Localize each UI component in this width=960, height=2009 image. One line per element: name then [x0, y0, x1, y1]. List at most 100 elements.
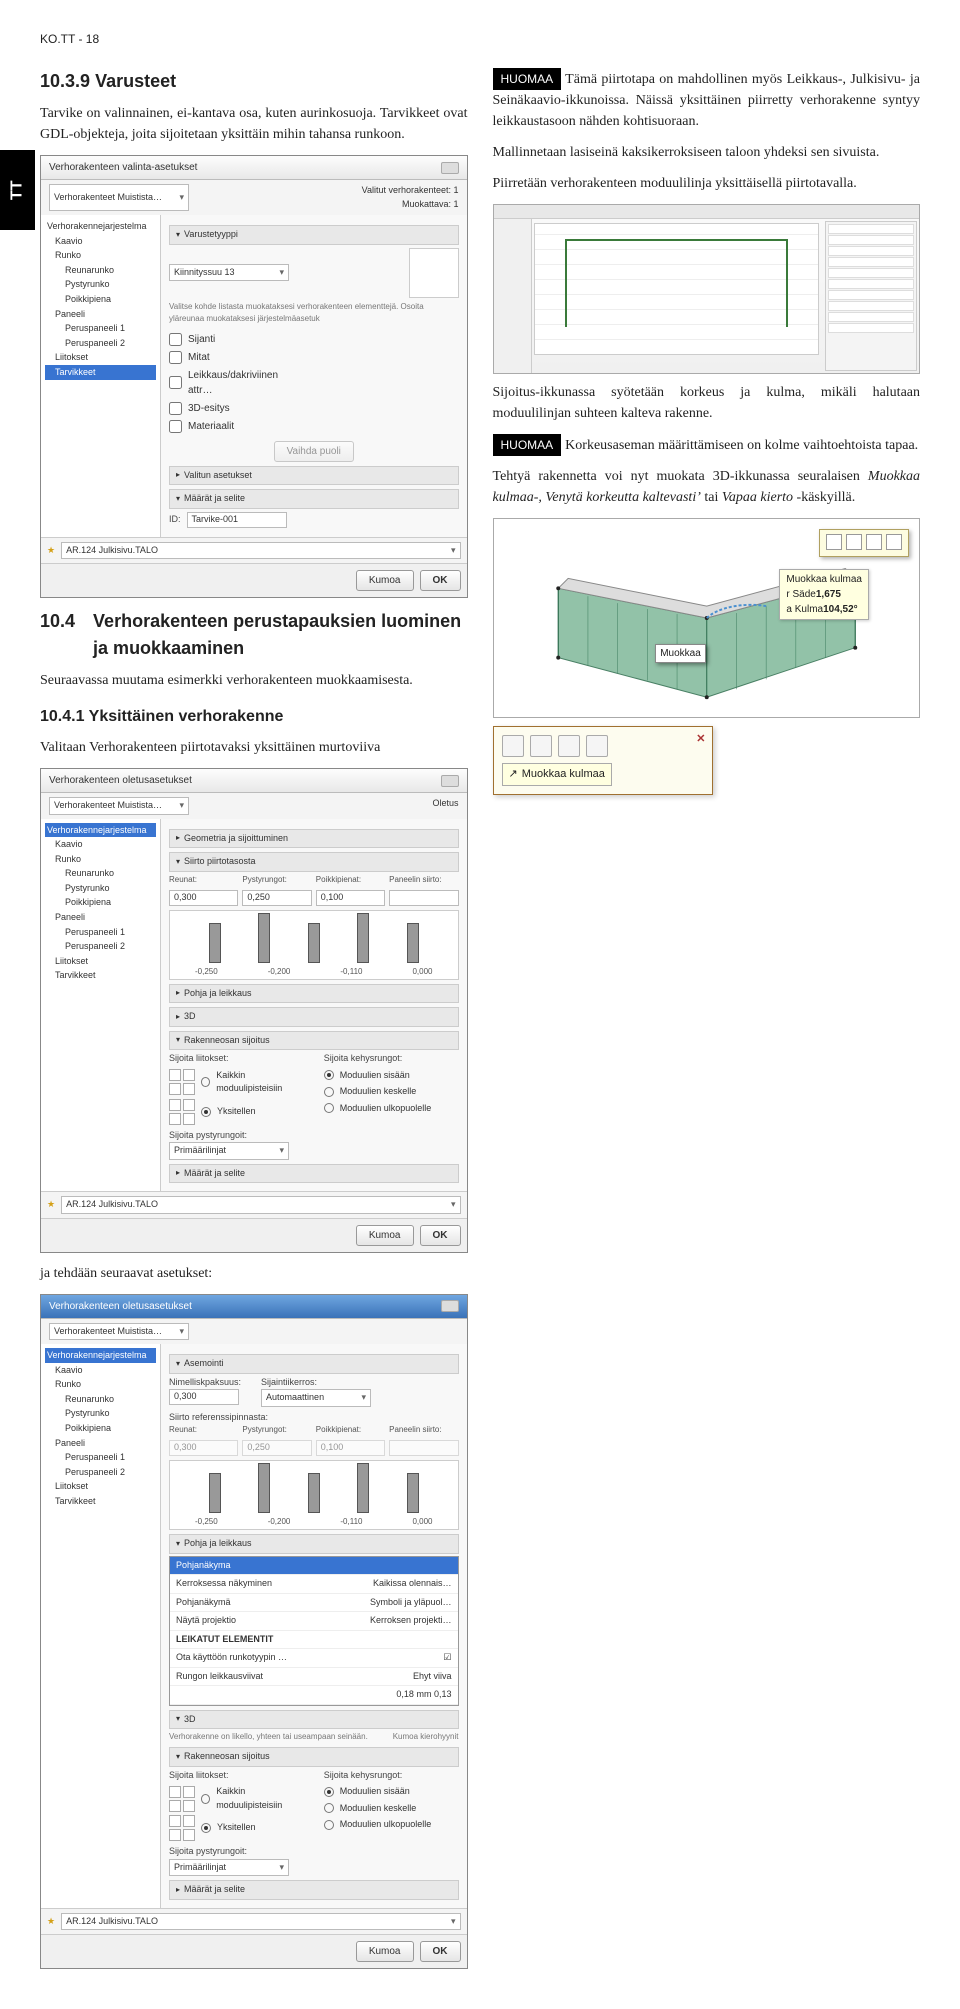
tree-panel[interactable]: Verhorakennejarjestelma Kaavio Runko Reu… — [41, 1344, 161, 1908]
radio[interactable] — [324, 1087, 334, 1097]
menu-panel[interactable]: Pohjanäkyma Kerroksessa näkyminenKaikiss… — [169, 1556, 459, 1706]
tree-node-selected[interactable]: Tarvikkeet — [45, 365, 156, 380]
section-rakenneosan[interactable]: Rakenneosan sijoitus — [169, 1747, 459, 1767]
radio[interactable] — [324, 1803, 334, 1813]
section-maarat[interactable]: Määrät ja selite — [169, 1164, 459, 1184]
window-buttons[interactable] — [441, 775, 459, 787]
tree-node[interactable]: Paneeli — [45, 910, 156, 925]
menu-item[interactable]: PohjanäkymäSymboli ja yläpuol… — [170, 1594, 458, 1613]
tree-node[interactable]: Peruspaneeli 2 — [45, 1465, 156, 1480]
kumoa-button[interactable]: Kumoa — [356, 570, 414, 591]
section-3d[interactable]: 3D — [169, 1007, 459, 1027]
section-geom[interactable]: Geometria ja sijoittuminen — [169, 829, 459, 849]
section-pohja[interactable]: Pohja ja leikkaus — [169, 1534, 459, 1554]
tree-node[interactable]: Reunarunko — [45, 866, 156, 881]
tool-icon[interactable] — [866, 534, 882, 550]
tree-node[interactable]: Liitokset — [45, 1479, 156, 1494]
tree-node[interactable]: Reunarunko — [45, 1392, 156, 1407]
window-buttons[interactable] — [441, 1300, 459, 1312]
tree-node[interactable]: Kaavio — [45, 837, 156, 852]
opt-checkbox[interactable] — [169, 402, 182, 415]
icon-grid[interactable] — [169, 1099, 195, 1125]
tool-icon[interactable] — [826, 534, 842, 550]
tree-node[interactable]: Reunarunko — [45, 263, 156, 278]
select[interactable]: Primäärilinjat — [169, 1859, 289, 1877]
menu-item[interactable]: Näytä projektioKerroksen projekti… — [170, 1612, 458, 1631]
tree-node[interactable]: Verhorakennejarjestelma — [45, 219, 156, 234]
radio[interactable] — [201, 1077, 210, 1087]
tree-node[interactable]: Peruspaneeli 1 — [45, 925, 156, 940]
opt-checkbox[interactable] — [169, 376, 182, 389]
tree-node[interactable]: Kaavio — [45, 1363, 156, 1378]
opt-checkbox[interactable] — [169, 333, 182, 346]
select[interactable]: Automaattinen — [261, 1389, 371, 1407]
tree-node-selected[interactable]: Verhorakennejarjestelma — [45, 823, 156, 838]
ok-button[interactable]: OK — [420, 1941, 461, 1962]
icon-grid[interactable] — [169, 1815, 195, 1841]
tool-icon[interactable] — [846, 534, 862, 550]
muistista-dropdown[interactable]: Verhorakenteet Muistista… — [49, 1323, 189, 1341]
toolbar[interactable] — [494, 205, 920, 219]
tree-panel[interactable]: Verhorakennejarjestelma Kaavio Runko Reu… — [41, 819, 161, 1192]
kumoa-button[interactable]: Kumoa — [356, 1941, 414, 1962]
window-buttons[interactable] — [441, 162, 459, 174]
tool-icon[interactable] — [530, 735, 552, 757]
section-varustetyyppi[interactable]: Varustetyyppi — [169, 225, 459, 245]
tree-node[interactable]: Kaavio — [45, 234, 156, 249]
radio[interactable] — [201, 1823, 211, 1833]
pet-palette[interactable] — [819, 529, 909, 557]
favorites-select[interactable]: AR.124 Julkisivu.TALO — [61, 542, 460, 560]
input[interactable]: 0,300 — [169, 1389, 239, 1405]
tree-node[interactable]: Peruspaneeli 2 — [45, 336, 156, 351]
section-valitun[interactable]: Valitun asetukset — [169, 466, 459, 486]
menu-item[interactable]: Kerroksessa näkyminenKaikissa olennais… — [170, 1575, 458, 1594]
muistista-dropdown[interactable]: Verhorakenteet Muistista… — [49, 184, 189, 211]
close-icon[interactable]: ✕ — [696, 731, 705, 748]
star-icon[interactable]: ★ — [47, 1198, 55, 1212]
radio[interactable] — [324, 1103, 334, 1113]
tree-node[interactable]: Runko — [45, 248, 156, 263]
side-palettes[interactable] — [825, 221, 917, 371]
section-asemointi[interactable]: Asemointi — [169, 1354, 459, 1374]
menu-item[interactable]: Rungon leikkausviivatEhyt viiva — [170, 1668, 458, 1687]
section-rakenneosan[interactable]: Rakenneosan sijoitus — [169, 1031, 459, 1051]
star-icon[interactable]: ★ — [47, 544, 55, 558]
tree-node[interactable]: Poikkipiena — [45, 895, 156, 910]
section-maarat[interactable]: Määrät ja selite — [169, 1880, 459, 1900]
section-pohja[interactable]: Pohja ja leikkaus — [169, 984, 459, 1004]
val-input[interactable]: 0,100 — [316, 890, 385, 906]
tree-node[interactable]: Tarvikkeet — [45, 968, 156, 983]
tool-icon[interactable] — [586, 735, 608, 757]
tree-node[interactable]: Peruspaneeli 1 — [45, 321, 156, 336]
tree-node[interactable]: Paneeli — [45, 1436, 156, 1451]
radio[interactable] — [201, 1794, 210, 1804]
opt-checkbox[interactable] — [169, 420, 182, 433]
muistista-dropdown[interactable]: Verhorakenteet Muistista… — [49, 797, 189, 815]
section-siirto[interactable]: Siirto piirtotasosta — [169, 852, 459, 872]
kumoa-button[interactable]: Kumoa — [356, 1225, 414, 1246]
tree-node[interactable]: Tarvikkeet — [45, 1494, 156, 1509]
val-input[interactable]: 0,250 — [242, 890, 311, 906]
tool-icon[interactable] — [886, 534, 902, 550]
opt-checkbox[interactable] — [169, 351, 182, 364]
ok-button[interactable]: OK — [420, 1225, 461, 1246]
section-maarat[interactable]: Määrät ja selite — [169, 489, 459, 509]
toolbox[interactable] — [494, 219, 532, 373]
tool-icon[interactable] — [502, 735, 524, 757]
tree-node[interactable]: Runko — [45, 1377, 156, 1392]
tree-node[interactable]: Poikkipiena — [45, 292, 156, 307]
icon-grid[interactable] — [169, 1069, 195, 1095]
tree-panel[interactable]: Verhorakennejarjestelma Kaavio Runko Reu… — [41, 215, 161, 537]
id-input[interactable]: Tarvike-001 — [187, 512, 287, 528]
menu-item-selected[interactable]: Pohjanäkyma — [170, 1557, 458, 1576]
kiinnitys-select[interactable]: Kiinnityssuu 13 — [169, 264, 289, 282]
tree-node[interactable]: Runko — [45, 852, 156, 867]
radio[interactable] — [324, 1070, 334, 1080]
tree-node[interactable]: Peruspaneeli 2 — [45, 939, 156, 954]
ok-button[interactable]: OK — [420, 570, 461, 591]
tree-node[interactable]: Pystyrunko — [45, 881, 156, 896]
tree-node-selected[interactable]: Verhorakennejarjestelma — [45, 1348, 156, 1363]
section-3d[interactable]: 3D — [169, 1710, 459, 1730]
tool-icon[interactable] — [558, 735, 580, 757]
primaari-select[interactable]: Primäärilinjat — [169, 1142, 289, 1160]
